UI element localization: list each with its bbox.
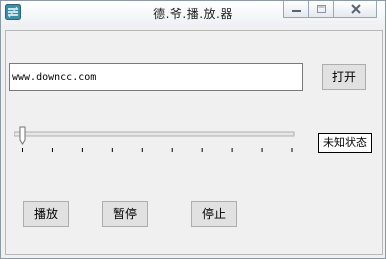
slider-ticks: [22, 148, 293, 152]
close-button[interactable]: [333, 1, 377, 18]
stop-button[interactable]: 停止: [191, 201, 237, 227]
app-window: 德.爷.播.放.器 打开 未知状态 播放 暂停 停: [0, 0, 386, 259]
slider-thumb[interactable]: [19, 126, 26, 145]
title-bar: 德.爷.播.放.器: [1, 1, 385, 25]
pause-button[interactable]: 暂停: [102, 201, 148, 227]
minimize-button[interactable]: [283, 1, 308, 18]
maximize-icon: [317, 5, 326, 13]
client-area: 打开 未知状态 播放 暂停 停止: [5, 30, 383, 255]
close-icon: [351, 4, 361, 14]
maximize-button[interactable]: [308, 1, 333, 18]
minimize-icon: [292, 10, 301, 12]
play-button[interactable]: 播放: [23, 201, 69, 227]
progress-slider[interactable]: [14, 125, 296, 157]
url-input[interactable]: [9, 63, 303, 91]
status-label: 未知状态: [318, 133, 372, 153]
slider-track: [14, 131, 295, 137]
open-button[interactable]: 打开: [322, 64, 366, 90]
